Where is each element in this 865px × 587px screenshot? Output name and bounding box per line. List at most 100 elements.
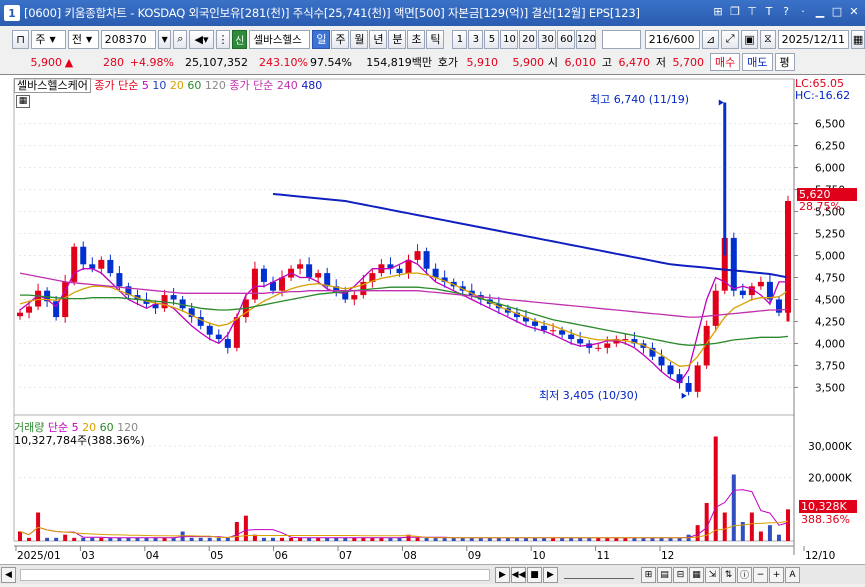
candle-body <box>206 325 213 335</box>
play-icon[interactable]: ▶ <box>543 566 558 583</box>
volume-bar <box>261 537 266 541</box>
volume-bar <box>171 537 176 541</box>
compare-icon[interactable]: ⋮ <box>216 29 230 49</box>
interval-button-60[interactable]: 60 <box>557 29 576 49</box>
help-icon[interactable]: ? <box>779 4 793 20</box>
hc-value: HC:-16.62 <box>795 89 851 102</box>
candle-body <box>315 273 322 278</box>
buy-button[interactable]: 매수 <box>710 53 741 71</box>
ruler-icon[interactable]: ⊿ <box>702 29 720 49</box>
period-button-일[interactable]: 일 <box>312 29 331 49</box>
price-tick-label: 6,500 <box>815 119 845 131</box>
tile-view-icon[interactable]: ▦ <box>689 566 704 583</box>
sell-button[interactable]: 매도 <box>742 53 773 71</box>
tool-icon[interactable]: ⤢ <box>721 29 739 49</box>
bottom-scrollbar[interactable]: ◀ ▶ ◀◀ ■ ▶ ⊞ ▤ ⊟ ▦ ⇲ ⇅ ⓘ − + A <box>0 564 865 584</box>
speaker-icon[interactable]: ◀▾ <box>189 29 214 49</box>
volume-bar <box>90 537 95 541</box>
scope-select[interactable]: 전 ▼ <box>67 29 99 49</box>
blank-input[interactable] <box>602 29 641 49</box>
last-volume-marker: 10,328K <box>799 500 857 513</box>
move-icon[interactable]: ⇅ <box>721 566 736 583</box>
period-button-초[interactable]: 초 <box>407 29 426 49</box>
restore-icon[interactable]: ❐ <box>728 4 742 20</box>
price-tick-label: 3,500 <box>815 382 845 394</box>
candle-body <box>89 264 96 269</box>
price-change-pct: +4.98% <box>129 55 174 69</box>
info-icon[interactable]: ⓘ <box>737 566 752 583</box>
zoom-out-icon[interactable]: − <box>753 566 768 583</box>
volume-bar <box>596 537 601 541</box>
strength: 97.54% <box>310 55 352 69</box>
interval-button-120[interactable]: 120 <box>576 29 597 49</box>
stock-code-input[interactable]: 208370 <box>100 29 156 49</box>
candle-body <box>622 339 629 341</box>
interval-button-1[interactable]: 1 <box>452 29 468 49</box>
volume-ratio: 243.10% <box>259 55 308 69</box>
scroll-left-icon[interactable]: ◀ <box>1 566 16 583</box>
grid-toggle-icon[interactable]: ▦ <box>16 95 30 108</box>
volume-bar <box>523 537 528 541</box>
volume-bar <box>514 537 519 541</box>
stop-icon[interactable]: ■ <box>527 566 542 583</box>
candle-body <box>550 330 557 332</box>
chart-area[interactable]: 6,5006,2506,0005,7505,5005,2505,0004,750… <box>0 74 865 565</box>
ask-price: 5,910 <box>466 55 499 69</box>
history-icon[interactable]: ⧖ <box>760 29 776 49</box>
volume-bar <box>569 537 574 541</box>
candle-body <box>559 330 566 335</box>
calendar-icon[interactable]: ▦ <box>851 29 865 49</box>
rewind-icon[interactable]: ◀◀ <box>511 566 526 583</box>
bar-view-icon[interactable]: ▤ <box>657 566 672 583</box>
font-size-icon[interactable]: A <box>785 566 800 583</box>
chevron-down-icon: ▼ <box>49 34 56 44</box>
interval-button-3[interactable]: 3 <box>468 29 484 49</box>
period-button-분[interactable]: 분 <box>388 29 407 49</box>
volume-bar <box>496 537 501 541</box>
candle-body <box>26 306 33 313</box>
link-icon[interactable]: ⊞ <box>711 4 725 20</box>
scroll-right-icon[interactable]: ▶ <box>495 566 510 583</box>
period-button-월[interactable]: 월 <box>350 29 369 49</box>
volume-bar <box>316 537 321 541</box>
arrow-view-icon[interactable]: ⇲ <box>705 566 720 583</box>
search-icon[interactable]: ⌕ <box>173 29 188 49</box>
price-tick-label: 3,750 <box>815 360 845 372</box>
period-button-주[interactable]: 주 <box>331 29 350 49</box>
interval-button-10[interactable]: 10 <box>500 29 519 49</box>
interval-button-5[interactable]: 5 <box>484 29 500 49</box>
maximize-icon[interactable]: □ <box>830 4 844 20</box>
count-field[interactable]: 216/600 <box>644 29 701 49</box>
candle-body <box>423 251 430 269</box>
dot-icon[interactable]: · <box>796 4 810 20</box>
period-button-틱[interactable]: 틱 <box>426 29 445 49</box>
volume-bar <box>487 537 492 541</box>
interval-button-30[interactable]: 30 <box>538 29 557 49</box>
code-dropdown-icon[interactable]: ▼ <box>157 29 172 49</box>
line-view-icon[interactable]: ⊟ <box>673 566 688 583</box>
zoom-in-icon[interactable]: + <box>769 566 784 583</box>
type-select[interactable]: 주 ▼ <box>31 29 66 49</box>
close-icon[interactable]: ✕ <box>847 4 861 20</box>
grid-view-icon[interactable]: ⊞ <box>641 566 656 583</box>
minimize-icon[interactable]: ▁ <box>813 4 827 20</box>
volume-bar <box>144 537 149 541</box>
volume-bar <box>415 537 420 541</box>
interval-button-20[interactable]: 20 <box>519 29 538 49</box>
save-icon[interactable]: ▣ <box>740 29 759 49</box>
period-button-년[interactable]: 년 <box>369 29 388 49</box>
zoom-slider[interactable] <box>564 571 634 579</box>
bid-label: 호가 <box>437 56 458 69</box>
text-icon[interactable]: T <box>762 4 776 20</box>
pin-icon[interactable]: ⊤ <box>745 4 759 20</box>
low-price: 5,700 <box>672 55 705 69</box>
scroll-track[interactable] <box>20 568 490 581</box>
volume-bar <box>659 537 664 541</box>
volume-bar <box>397 537 402 541</box>
layout-icon[interactable]: ⊓ <box>12 29 30 49</box>
avg-button[interactable]: 평 <box>774 53 795 71</box>
volume-bar <box>307 537 312 541</box>
x-tick-label: 11 <box>597 550 610 562</box>
stock-name-field[interactable]: 셀바스헬스 <box>249 29 311 49</box>
date-field[interactable]: 2025/12/11 <box>777 29 850 49</box>
